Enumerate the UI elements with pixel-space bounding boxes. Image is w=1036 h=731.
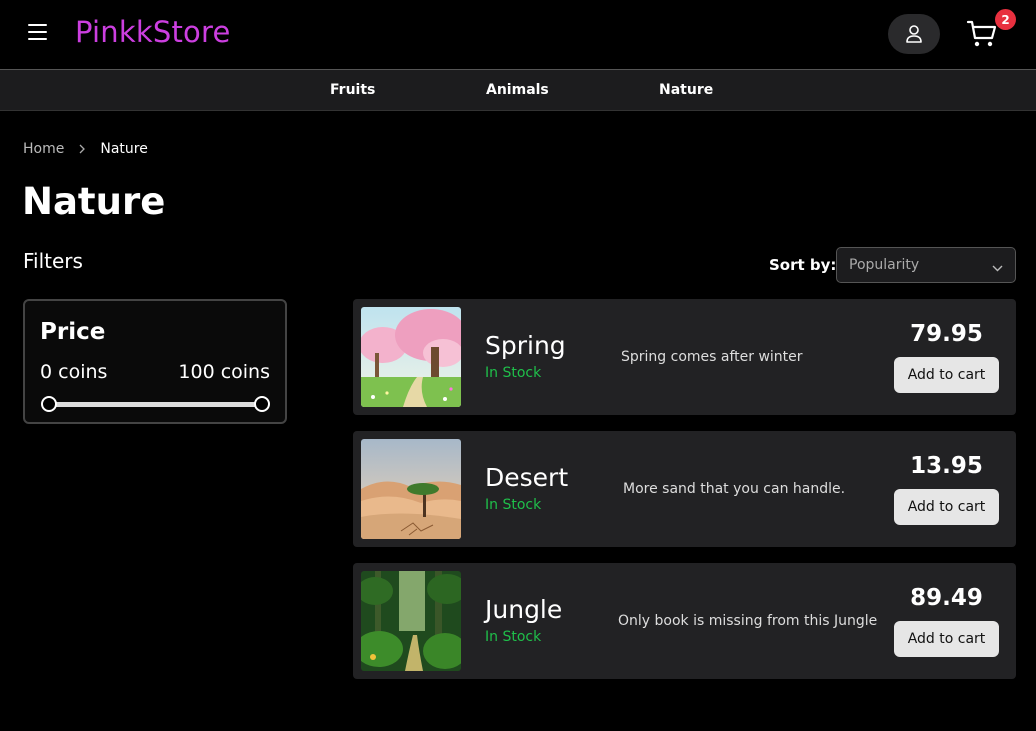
product-card-desert: Desert In Stock More sand that you can h… — [353, 431, 1016, 547]
stock-status: In Stock — [485, 629, 542, 645]
product-image-jungle[interactable] — [361, 571, 461, 671]
page-title: Nature — [22, 180, 166, 223]
product-description: More sand that you can handle. — [623, 481, 846, 497]
cart-count-badge: 2 — [995, 9, 1016, 30]
sort-select[interactable]: Popularity — [836, 247, 1016, 283]
category-nav: Fruits Animals Nature — [0, 69, 1036, 111]
price-max-label: 100 coins — [178, 361, 270, 383]
product-price: 79.95 — [910, 321, 983, 347]
price-range-slider[interactable] — [48, 402, 262, 407]
product-price: 13.95 — [910, 453, 983, 479]
price-filter-label: Price — [40, 319, 106, 345]
nav-item-fruits[interactable]: Fruits — [330, 82, 375, 98]
filters-heading: Filters — [23, 249, 83, 273]
price-min-label: 0 coins — [40, 361, 108, 383]
header: PinkkStore 2 — [0, 0, 1036, 69]
user-account-button[interactable] — [888, 14, 940, 54]
nav-item-animals[interactable]: Animals — [486, 82, 549, 98]
breadcrumb-current: Nature — [100, 141, 148, 157]
product-description: Spring comes after winter — [621, 349, 803, 365]
breadcrumb-home-link[interactable]: Home — [23, 141, 64, 157]
add-to-cart-button[interactable]: Add to cart — [894, 489, 999, 525]
sort-label: Sort by: — [769, 256, 837, 274]
shopping-cart-icon — [966, 20, 997, 47]
store-logo[interactable]: PinkkStore — [75, 15, 231, 49]
price-max-handle[interactable] — [254, 396, 270, 412]
product-image-desert[interactable] — [361, 439, 461, 539]
breadcrumb: Home Nature — [23, 141, 148, 157]
product-name[interactable]: Spring — [485, 331, 566, 360]
add-to-cart-button[interactable]: Add to cart — [894, 357, 999, 393]
product-name[interactable]: Desert — [485, 463, 568, 492]
stock-status: In Stock — [485, 497, 542, 513]
add-to-cart-button[interactable]: Add to cart — [894, 621, 999, 657]
stock-status: In Stock — [485, 365, 542, 381]
user-icon — [906, 25, 922, 43]
price-min-handle[interactable] — [41, 396, 57, 412]
hamburger-menu-icon[interactable] — [28, 24, 48, 44]
product-card-jungle: Jungle In Stock Only book is missing fro… — [353, 563, 1016, 679]
chevron-down-icon — [992, 260, 1003, 276]
chevron-right-icon — [78, 144, 86, 154]
price-filter-card: Price 0 coins 100 coins — [23, 299, 287, 424]
product-name[interactable]: Jungle — [485, 595, 562, 624]
product-card-spring: Spring In Stock Spring comes after winte… — [353, 299, 1016, 415]
nav-item-nature[interactable]: Nature — [659, 82, 713, 98]
product-description: Only book is missing from this Jungle — [618, 613, 878, 629]
product-image-spring[interactable] — [361, 307, 461, 407]
sort-selected-value: Popularity — [849, 257, 920, 273]
product-price: 89.49 — [910, 585, 983, 611]
cart-button[interactable] — [966, 18, 998, 50]
